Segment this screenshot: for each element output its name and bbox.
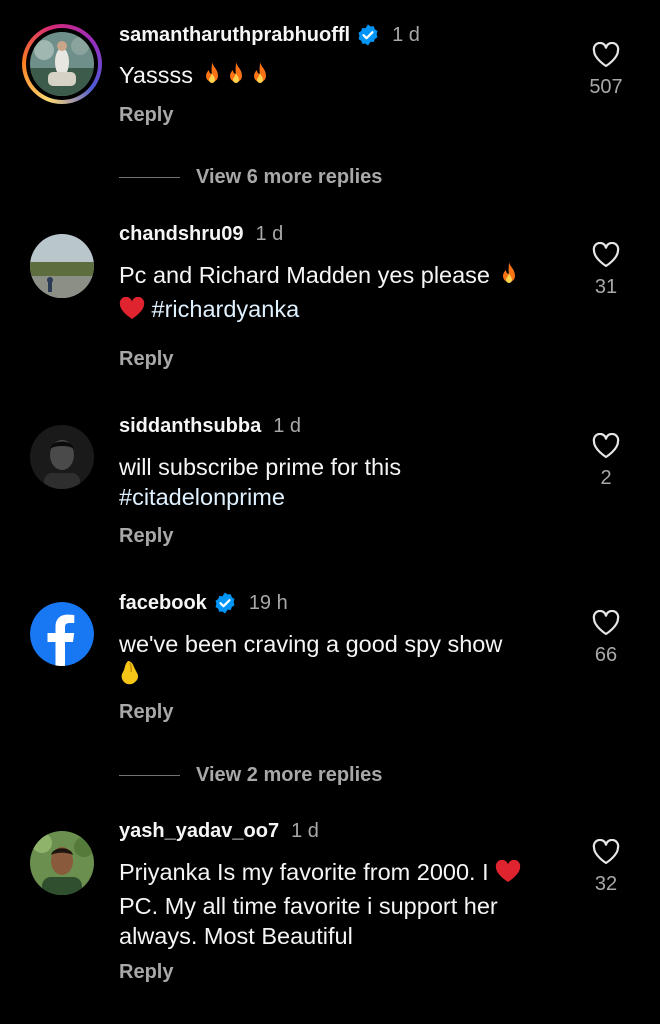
avatar[interactable]	[30, 602, 94, 666]
heart-icon[interactable]	[592, 610, 620, 636]
fire-icon	[497, 261, 521, 294]
avatar	[30, 32, 94, 96]
avatar-photo-icon	[30, 831, 94, 895]
heart-icon[interactable]	[592, 242, 620, 268]
divider	[119, 177, 180, 178]
reply-button[interactable]: Reply	[119, 525, 173, 548]
avatar[interactable]	[30, 234, 94, 298]
hashtag-link[interactable]: #citadelonprime	[119, 482, 564, 512]
like-count: 32	[594, 873, 618, 895]
fire-icon	[200, 61, 224, 94]
heart-icon[interactable]	[592, 433, 620, 459]
like-count: 507	[589, 76, 623, 98]
heart-icon[interactable]	[592, 839, 620, 865]
like-count: 31	[594, 276, 618, 298]
fire-icon	[224, 61, 248, 94]
reply-button[interactable]: Reply	[119, 104, 173, 127]
like-area: 66	[584, 610, 628, 667]
timestamp: 1 d	[392, 23, 420, 46]
like-area: 32	[584, 839, 628, 896]
hashtag-link[interactable]: #richardyanka	[152, 296, 300, 322]
red-heart-icon	[495, 860, 521, 891]
timestamp: 1 d	[255, 222, 284, 245]
avatar[interactable]	[30, 425, 94, 489]
avatar-photo-icon	[30, 32, 94, 96]
avatar[interactable]	[30, 831, 94, 895]
view-more-replies-button[interactable]: View 2 more replies	[119, 764, 382, 787]
view-more-replies-button[interactable]: View 6 more replies	[119, 166, 382, 189]
verified-badge-icon	[213, 591, 237, 615]
fire-icon	[248, 61, 272, 94]
divider	[119, 775, 180, 776]
username[interactable]: yash_yadav_oo7	[119, 820, 279, 843]
reply-button[interactable]: Reply	[119, 701, 173, 724]
timestamp: 1 d	[291, 819, 319, 842]
username[interactable]: facebook	[119, 592, 207, 615]
like-area: 31	[584, 242, 628, 299]
comment-text: we've been craving a good spy show	[119, 629, 564, 694]
like-area: 2	[584, 433, 628, 490]
avatar-photo-icon	[30, 425, 94, 489]
avatar-story-ring[interactable]	[22, 24, 102, 104]
comment-text: Yassss	[119, 60, 564, 94]
timestamp: 19 h	[248, 591, 288, 614]
username[interactable]: chandshru09	[119, 223, 243, 246]
avatar-photo-icon	[30, 234, 94, 298]
username[interactable]: samantharuthprabhuoffl	[119, 24, 350, 47]
timestamp: 1 d	[273, 414, 302, 437]
username[interactable]: siddanthsubba	[119, 415, 261, 438]
pinched-fingers-icon	[119, 659, 145, 694]
red-heart-icon	[119, 297, 145, 328]
like-area: 507	[584, 42, 628, 99]
facebook-logo-icon	[30, 602, 94, 666]
comment-text: will subscribe prime for this #citadelon…	[119, 452, 564, 512]
comment-text: Pc and Richard Madden yes please #richar…	[119, 260, 564, 328]
like-count: 66	[594, 644, 618, 666]
comment-text: Priyanka Is my favorite from 2000. I PC.…	[119, 857, 564, 951]
reply-button[interactable]: Reply	[119, 961, 173, 984]
verified-badge-icon	[356, 23, 380, 47]
heart-icon[interactable]	[592, 42, 620, 68]
reply-button[interactable]: Reply	[119, 348, 173, 371]
like-count: 2	[600, 467, 612, 489]
